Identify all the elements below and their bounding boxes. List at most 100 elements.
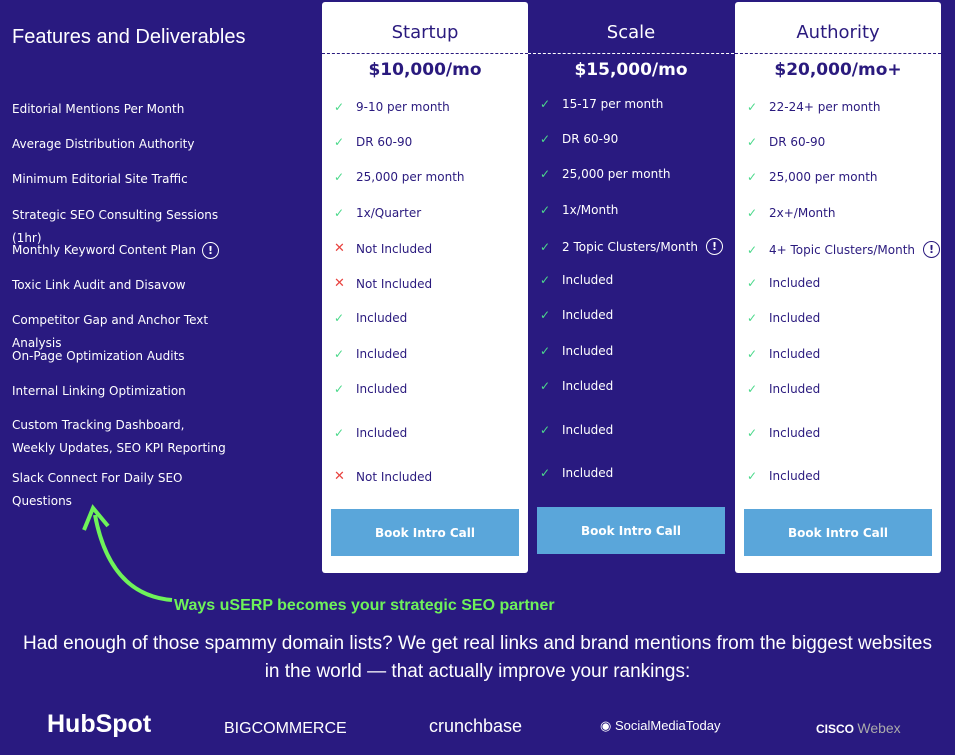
partner-note: Ways uSERP becomes your strategic SEO pa… [174,597,555,614]
info-icon[interactable]: ! [202,242,219,259]
cisco-webex-logo: CISCO Webex [816,720,901,736]
check-icon: ✓ [334,135,345,149]
feature-value: ✓ 25,000 per month [334,170,465,184]
cross-icon: ✕ [334,241,345,256]
divider [735,53,941,54]
check-icon: ✓ [540,132,551,146]
divider [322,53,528,54]
feature-label: Custom Tracking Dashboard, Weekly Update… [12,418,226,455]
feature-value: ✓ DR 60-90 [540,132,619,146]
check-icon: ✓ [540,423,551,437]
check-icon: ✓ [747,276,758,290]
divider [528,53,734,54]
feature-label: On-Page Optimization Audits [12,349,185,363]
feature-value: ✓ Included [540,379,614,393]
crunchbase-logo: crunchbase [429,716,523,736]
cross-icon: ✕ [334,276,345,291]
feature-value: ✕ Not Included [334,469,433,484]
plan-price: $20,000/mo+ [774,60,902,80]
check-icon: ✓ [540,273,551,287]
feature-value: ✓ 15-17 per month [540,97,664,111]
book-intro-call-button[interactable]: Book Intro Call [537,507,725,554]
info-icon[interactable]: ! [705,238,723,255]
check-icon: ✓ [747,426,758,440]
plan-price: $10,000/mo [368,60,482,80]
feature-value: ✓ 4+ Topic Clusters/Month! [747,241,940,258]
check-icon: ✓ [334,170,345,184]
plan-card-scale: Scale $15,000/mo ✓ 15-17 per month ✓ DR 60-90… [528,2,734,573]
check-icon: ✓ [747,347,758,361]
feature-label: Internal Linking Optimization [12,384,186,398]
check-icon: ✓ [747,206,758,220]
feature-label: Toxic Link Audit and Disavow [12,278,186,292]
feature-value: ✓ Included [747,426,821,440]
feature-value: ✓ Included [334,382,408,396]
check-icon: ✓ [540,344,551,358]
feature-value: ✓ Included [747,311,821,325]
feature-value: ✕ Not Included [334,241,433,256]
feature-value: ✓ Included [334,347,408,361]
feature-value: ✓ Included [540,344,614,358]
check-icon: ✓ [334,347,345,361]
feature-value: ✓ Included [540,423,614,437]
plan-name: Authority [796,22,880,43]
feature-value: ✓ DR 60-90 [747,135,826,149]
feature-label: Monthly Keyword Content Plan! [12,239,232,262]
feature-value: ✓ 2x+/Month [747,206,836,220]
feature-value: ✓ Included [540,308,614,322]
check-icon: ✓ [747,311,758,325]
bigcommerce-logo: BIGCOMMERCE [224,720,347,737]
feature-value: ✓ 9-10 per month [334,100,450,114]
check-icon: ✓ [540,203,551,217]
check-icon: ✓ [334,206,345,220]
check-icon: ✓ [747,469,758,483]
check-icon: ✓ [334,311,345,325]
feature-value: ✓ 1x/Month [540,203,619,217]
cross-icon: ✕ [334,469,345,484]
check-icon: ✓ [540,97,551,111]
plan-name: Startup [391,22,459,43]
feature-value: ✓ Included [747,469,821,483]
feature-label: Average Distribution Authority [12,137,195,151]
check-icon: ✓ [747,242,758,257]
book-intro-call-button[interactable]: Book Intro Call [331,509,519,556]
feature-value: ✓ 22-24+ per month [747,100,881,114]
feature-value: ✓ Included [540,273,614,287]
check-icon: ✓ [747,170,758,184]
page-title: Features and Deliverables [12,26,246,48]
socialmediatoday-logo: ◉ SocialMediaToday [600,718,721,733]
intro-paragraph: Had enough of those spammy domain lists?… [23,633,932,682]
hubspot-logo: HubSpot [47,710,152,738]
check-icon: ✓ [334,382,345,396]
check-icon: ✓ [540,379,551,393]
feature-value: ✓ Included [540,466,614,480]
feature-value: ✓ 25,000 per month [747,170,878,184]
feature-value: ✓ Included [334,311,408,325]
check-icon: ✓ [747,382,758,396]
book-intro-call-button[interactable]: Book Intro Call [744,509,932,556]
feature-value: ✓ Included [334,426,408,440]
plan-name: Scale [606,22,656,43]
feature-value: ✓ Included [747,347,821,361]
check-icon: ✓ [747,100,758,114]
feature-value: ✓ DR 60-90 [334,135,413,149]
feature-value: ✓ Included [747,382,821,396]
plan-card-startup: Startup $10,000/mo ✓ 9-10 per month ✓ DR 60-9… [322,2,528,573]
feature-value: ✓ 1x/Quarter [334,206,422,220]
feature-value: ✓ Included [747,276,821,290]
info-icon[interactable]: ! [923,241,940,258]
check-icon: ✓ [540,167,551,181]
check-icon: ✓ [334,100,345,114]
feature-value: ✕ Not Included [334,276,433,291]
check-icon: ✓ [540,466,551,480]
plan-price: $15,000/mo [574,60,688,80]
check-icon: ✓ [540,308,551,322]
feature-label: Editorial Mentions Per Month [12,102,185,116]
check-icon: ✓ [540,239,551,254]
feature-value: ✓ 2 Topic Clusters/Month! [540,238,723,255]
check-icon: ✓ [747,135,758,149]
arrow-icon [82,504,173,602]
feature-value: ✓ 25,000 per month [540,167,671,181]
check-icon: ✓ [334,426,345,440]
plan-card-authority: Authority $20,000/mo+ ✓ 22-24+ per month ✓ DR… [735,2,941,573]
